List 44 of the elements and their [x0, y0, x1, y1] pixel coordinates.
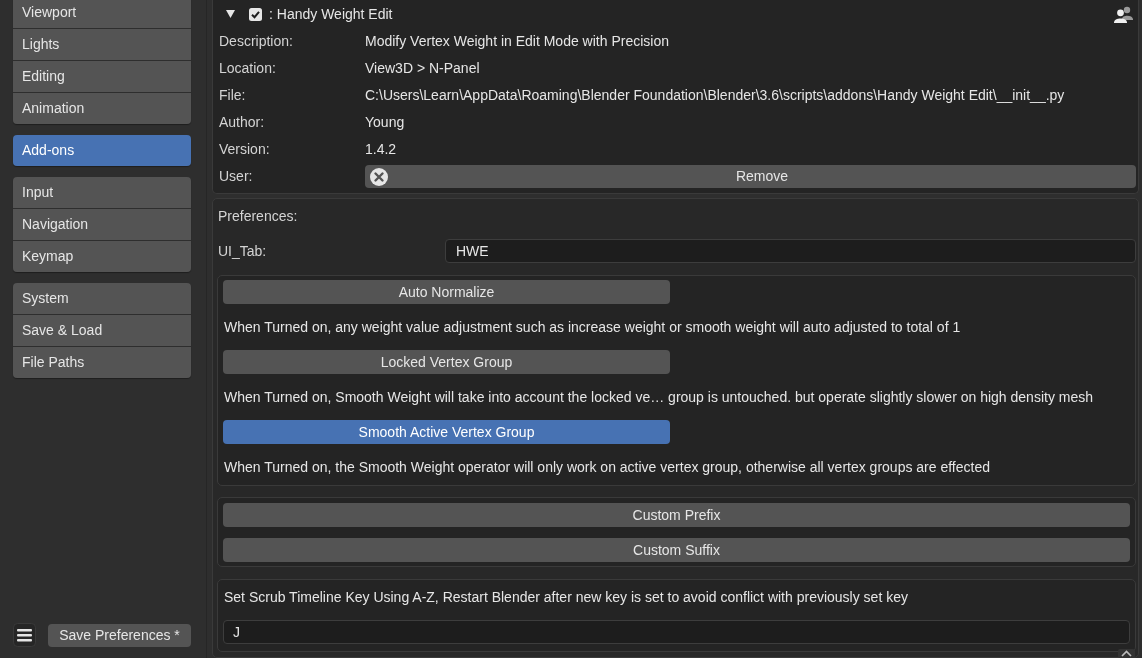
toggle-description: When Turned on, the Smooth Weight operator will only work on active vertex group, otherwise all vertex groups are effected [223, 458, 991, 476]
sidebar-tab[interactable]: Navigation [13, 209, 191, 240]
toggle-description: When Turned on, Smooth Weight will take into account the locked ve… group is untouched. but operate slightly slower on high density mesh [223, 388, 1094, 406]
ui-tab-field[interactable]: HWE [445, 239, 1136, 263]
info-label: Location: [219, 59, 277, 78]
sidebar-tab[interactable]: Keymap [13, 241, 191, 272]
sidebar-tab[interactable]: Animation [13, 93, 191, 124]
sidebar-tab[interactable]: Add-ons [13, 135, 191, 166]
preferences-heading: Preferences: [218, 206, 298, 226]
info-label: User: [219, 167, 254, 186]
info-label: File: [219, 86, 247, 105]
info-value: Modify Vertex Weight in Edit Mode with Precision [365, 32, 669, 51]
custom-button[interactable]: Custom Suffix [223, 538, 1130, 562]
toggle-button[interactable]: Auto Normalize [223, 280, 670, 304]
sidebar-tab[interactable]: File Paths [13, 347, 191, 378]
remove-button[interactable]: Remove [365, 165, 1136, 188]
toggle-button[interactable]: Smooth Active Vertex Group [223, 420, 670, 444]
info-value: 1.4.2 [365, 140, 397, 159]
info-value: C:\Users\Learn\AppData\Roaming\Blender Foundation\Blender\3.6\scripts\addons\Handy Weight Edit\__init__.py [365, 86, 1065, 105]
info-label: Description: [219, 32, 294, 51]
sidebar-tab[interactable]: Lights [13, 29, 191, 60]
info-label: Version: [219, 140, 271, 159]
toggle-description: When Turned on, any weight value adjustment such as increase weight or smooth weight will auto adjusted to total of 1 [223, 318, 962, 336]
ui-tab-label: UI_Tab: [218, 241, 268, 261]
sidebar-tab[interactable]: Input [13, 177, 191, 208]
custom-button[interactable]: Custom Prefix [223, 503, 1130, 527]
checkbox[interactable] [249, 7, 262, 21]
sidebar-tab[interactable]: Viewport [13, 0, 191, 28]
toggle-button[interactable]: Locked Vertex Group [223, 350, 670, 374]
info-value: View3D > N-Panel [365, 59, 480, 78]
menu-icon[interactable] [13, 623, 36, 647]
scroll-up-icon[interactable] [1118, 649, 1135, 658]
sidebar-tab[interactable]: System [13, 283, 191, 314]
scrub-key-description: Set Scrub Timeline Key Using A-Z, Restart Blender after new key is set to avoid conflict with previously set key [223, 588, 909, 606]
sidebar-tab[interactable]: Editing [13, 61, 191, 92]
info-value: Young [365, 113, 405, 132]
info-label: Author: [219, 113, 266, 132]
close-icon [370, 167, 388, 186]
sidebar-tab[interactable]: Save & Load [13, 315, 191, 346]
scrub-key-field[interactable]: J [223, 620, 1130, 644]
users-icon[interactable] [1114, 5, 1133, 23]
expand-triangle-icon[interactable] [226, 10, 235, 18]
save-preferences-button[interactable]: Save Preferences * [48, 623, 191, 647]
addon-title: : Handy Weight Edit [269, 4, 393, 24]
